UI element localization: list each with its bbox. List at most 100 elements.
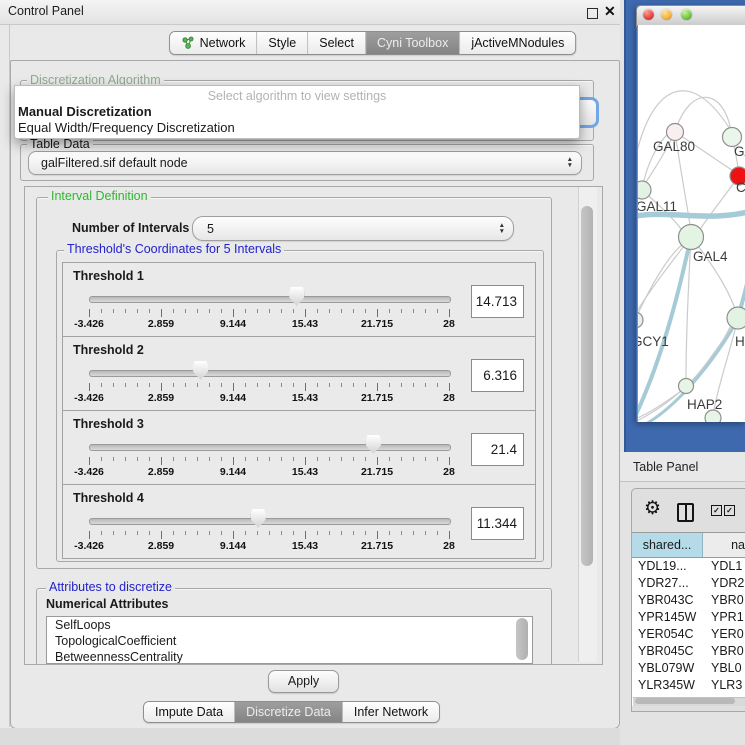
checkbox-icon[interactable]: ✓ <box>711 505 722 516</box>
slider-tick <box>401 309 402 313</box>
vertical-scrollbar-thumb[interactable] <box>581 206 593 566</box>
table-row[interactable]: YLR345WYLR3 <box>632 677 745 694</box>
slider-tick <box>437 457 438 461</box>
list-item-betweennesscentrality[interactable]: BetweennessCentrality <box>47 649 532 664</box>
slider-tick <box>257 531 258 535</box>
slider-track[interactable] <box>89 518 451 525</box>
dropdown-option-manual-discretization[interactable]: Manual Discretization <box>18 104 576 120</box>
slider-tick <box>161 457 162 465</box>
close-traffic-light-icon[interactable] <box>643 9 654 20</box>
tab-select[interactable]: Select <box>307 32 365 54</box>
slider-tick <box>173 383 174 387</box>
slider-thumb[interactable] <box>289 287 304 306</box>
slider-tick <box>437 309 438 313</box>
slider-thumb[interactable] <box>193 361 208 380</box>
split-columns-icon[interactable] <box>677 503 694 522</box>
list-item-selfloops[interactable]: SelfLoops <box>47 617 532 633</box>
network-node[interactable] <box>727 307 745 329</box>
slider-tick <box>329 531 330 535</box>
column-header-name[interactable]: na <box>703 533 745 557</box>
network-node[interactable] <box>679 379 694 394</box>
network-edge-thick <box>739 257 745 314</box>
column-header-shared-name[interactable]: shared... <box>632 533 703 557</box>
network-node[interactable] <box>679 225 704 250</box>
slider-track[interactable] <box>89 370 451 377</box>
minimize-traffic-light-icon[interactable] <box>661 9 672 20</box>
slider-tick <box>305 531 306 539</box>
tab-discretize-data[interactable]: Discretize Data <box>234 702 342 722</box>
network-canvas[interactable]: GAL80GACGAL11GAL4GCY1HHAP2 <box>637 25 745 422</box>
threshold-panels: Threshold 1-3.4262.8599.14415.4321.71528… <box>62 262 536 559</box>
number-of-intervals-combobox[interactable]: 5 ▲▼ <box>192 216 514 241</box>
tab-network[interactable]: Network <box>170 32 257 54</box>
checkbox-icon[interactable]: ✓ <box>724 505 735 516</box>
threshold-value-field[interactable]: 11.344 <box>471 507 524 540</box>
apply-button[interactable]: Apply <box>268 670 339 693</box>
table-data-combobox-value: galFiltered.sif default node <box>29 156 188 170</box>
slider-tick <box>257 309 258 313</box>
tab-jactivemnodules[interactable]: jActiveMNodules <box>459 32 575 54</box>
network-edge <box>692 318 738 381</box>
slider-tick <box>377 309 378 317</box>
slider-tick <box>377 531 378 539</box>
threshold-value-field[interactable]: 14.713 <box>471 285 524 318</box>
cell-shared-name: YER054C <box>632 626 706 643</box>
slider-tick <box>329 309 330 313</box>
network-node[interactable] <box>638 312 643 328</box>
table-row[interactable]: YBR043CYBR0 <box>632 592 745 609</box>
slider-tick <box>269 531 270 535</box>
slider-tick <box>137 383 138 387</box>
threshold-value-field[interactable]: 21.4 <box>471 433 524 466</box>
zoom-traffic-light-icon[interactable] <box>681 9 692 20</box>
threshold-value-field[interactable]: 6.316 <box>471 359 524 392</box>
screen: Control Panel ✕ NetworkStyleSelectCyni T… <box>0 0 745 745</box>
table-row[interactable]: YER054CYER0 <box>632 626 745 643</box>
tab-style[interactable]: Style <box>256 32 307 54</box>
scale-label: 2.859 <box>148 392 174 404</box>
float-window-icon[interactable] <box>587 8 598 19</box>
slider-tick <box>269 457 270 461</box>
spinner-arrows-icon[interactable]: ▲▼ <box>499 223 505 235</box>
table-data-combobox[interactable]: galFiltered.sif default node ▲▼ <box>28 151 582 175</box>
list-item-topologicalcoefficient[interactable]: TopologicalCoefficient <box>47 633 532 649</box>
slider-tick <box>197 531 198 535</box>
slider-tick <box>437 383 438 387</box>
spinner-arrows-icon[interactable]: ▲▼ <box>567 157 573 169</box>
slider-tick <box>137 531 138 535</box>
tab-cyni-toolbox[interactable]: Cyni Toolbox <box>365 32 459 54</box>
slider-track[interactable] <box>89 296 451 303</box>
horizontal-scrollbar-thumb[interactable] <box>635 698 735 704</box>
node-attribute-table[interactable]: shared... na YDL19...YDL1YDR27...YDR2YBR… <box>632 532 745 706</box>
slider-tick <box>89 383 90 391</box>
interval-definition-group-title: Interval Definition <box>48 190 151 203</box>
scale-label: 28 <box>443 392 455 404</box>
slider-tick <box>113 457 114 461</box>
table-row[interactable]: YDR27...YDR2 <box>632 575 745 592</box>
table-row[interactable]: YPR145WYPR1 <box>632 609 745 626</box>
gear-icon[interactable]: ⚙ <box>644 499 661 518</box>
slider-thumb[interactable] <box>251 509 266 528</box>
slider-tick <box>149 457 150 461</box>
attributes-list-scrollbar-thumb[interactable] <box>516 618 528 660</box>
table-row[interactable]: YBR045CYBR0 <box>632 643 745 660</box>
slider-tick <box>437 531 438 535</box>
numerical-attributes-list[interactable]: SelfLoopsTopologicalCoefficientBetweenne… <box>46 616 533 664</box>
close-icon[interactable]: ✕ <box>604 3 616 20</box>
dropdown-option-equal-width-frequency[interactable]: Equal Width/Frequency Discretization <box>18 120 576 136</box>
slider-tick <box>365 309 366 313</box>
slider-tick <box>209 309 210 313</box>
tab-impute-data[interactable]: Impute Data <box>144 702 234 722</box>
network-node[interactable] <box>667 124 684 141</box>
table-row[interactable]: YBL079WYBL0 <box>632 660 745 677</box>
threshold-label: Threshold 2 <box>73 343 144 357</box>
tab-infer-network[interactable]: Infer Network <box>342 702 439 722</box>
slider-thumb[interactable] <box>366 435 381 454</box>
slider-tick <box>449 309 450 317</box>
slider-tick <box>209 457 210 461</box>
tab-label: Infer Network <box>354 705 428 719</box>
slider-tick <box>293 383 294 387</box>
table-row[interactable]: YDL19...YDL1 <box>632 558 745 575</box>
network-node[interactable] <box>638 181 651 199</box>
cyni-bottom-tabbar: Impute DataDiscretize Data Infer Network <box>143 701 440 723</box>
slider-track[interactable] <box>89 444 451 451</box>
